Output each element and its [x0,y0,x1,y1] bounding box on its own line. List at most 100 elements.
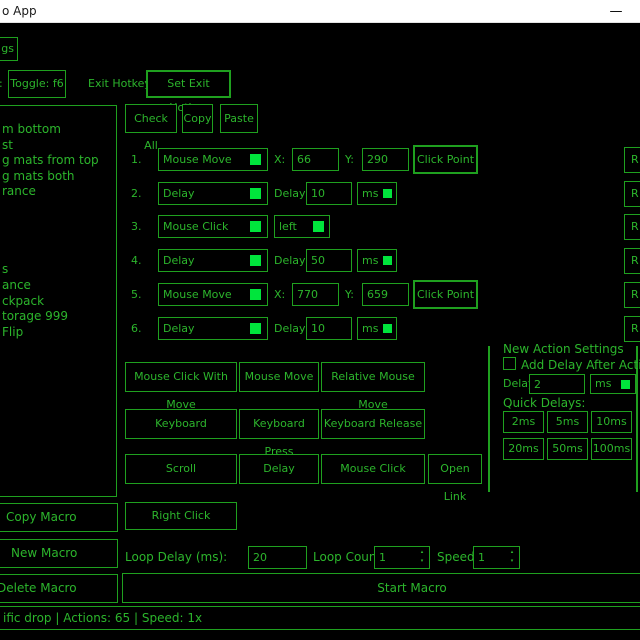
start-macro-button[interactable]: Start Macro [122,573,640,603]
quick-delay-10ms-button[interactable]: 10ms [591,411,632,433]
set-exit-hotkey-button[interactable]: Set Exit Hotkey [146,70,231,98]
status-bar: ific drop | Actions: 65 | Speed: 1x [0,606,640,630]
y-input[interactable] [362,148,409,171]
dropdown-indicator-icon[interactable] [250,188,261,199]
quick-delay-100ms-button[interactable]: 100ms [591,438,632,460]
macro-list-item[interactable]: torage 999 [2,309,68,324]
new-action-settings-title: New Action Settings [503,342,624,356]
dropdown-indicator-icon[interactable] [250,323,261,334]
dropdown-indicator-icon[interactable] [250,289,261,300]
action-type-dropdown[interactable]: Mouse Move [158,283,268,306]
palette-keyboard-button[interactable]: Keyboard [125,409,237,439]
macro-list-item[interactable]: Flip [2,325,23,340]
delay-label: Delay [274,249,306,272]
action-type-value: Delay [163,187,195,200]
palette-delay-button[interactable]: Delay [239,454,319,484]
y-input[interactable] [362,283,409,306]
add-delay-label: Add Delay After Action [521,358,640,372]
macro-list-item[interactable]: m bottom [2,122,61,137]
action-type-dropdown[interactable]: Delay [158,317,268,340]
dropdown-indicator-icon[interactable] [621,380,630,389]
action-type-value: Mouse Move [163,153,232,166]
dropdown-indicator-icon[interactable] [313,221,324,232]
macro-list-item[interactable]: rance [2,184,36,199]
macro-list[interactable]: m bottom st g mats from top g mats both … [0,105,117,497]
quick-delay-20ms-button[interactable]: 20ms [503,438,544,460]
spinner-down-icon[interactable]: ▾ [511,558,514,564]
check-all-button[interactable]: Check All [125,104,177,133]
palette-keyboard-release-button[interactable]: Keyboard Release [321,409,425,439]
macro-list-item[interactable]: ckpack [2,294,44,309]
dropdown-indicator-icon[interactable] [250,255,261,266]
dropdown-indicator-icon[interactable] [383,324,392,333]
quick-delay-2ms-button[interactable]: 2ms [503,411,544,433]
spinner-up-icon[interactable]: ▴ [511,549,514,555]
speed-spinner[interactable]: 1 ▴ ▾ [473,546,520,569]
delay-label: Delay [274,317,306,340]
spinner-arrows[interactable]: ▴ ▾ [418,548,426,568]
copy-button[interactable]: Copy [182,104,213,133]
action-type-dropdown[interactable]: Mouse Move [158,148,268,171]
palette-open-link-button[interactable]: Open Link [428,454,482,484]
toggle-hotkey-button[interactable]: Toggle: f6 [8,70,66,98]
palette-mouse-click-with-move-button[interactable]: Mouse Click With Move [125,362,237,392]
macro-list-item[interactable]: g mats both [2,169,75,184]
unit-dropdown[interactable]: ms [357,249,397,272]
action-type-value: Delay [163,322,195,335]
click-point-button[interactable]: Click Point [413,280,478,309]
settings-panel-left-border [488,346,490,492]
loop-count-spinner[interactable]: 1 ▴ ▾ [374,546,430,569]
macro-list-item[interactable]: ance [2,278,31,293]
palette-scroll-button[interactable]: Scroll [125,454,237,484]
action-type-value: Mouse Click [163,220,228,233]
dropdown-indicator-icon[interactable] [383,256,392,265]
new-macro-button[interactable]: New Macro [0,539,118,568]
action-type-dropdown[interactable]: Delay [158,249,268,272]
spinner-arrows[interactable]: ▴ ▾ [508,548,516,568]
dropdown-indicator-icon[interactable] [383,189,392,198]
settings-unit-value: ms [595,377,611,390]
quick-delay-50ms-button[interactable]: 50ms [547,438,588,460]
delay-input[interactable] [306,249,352,272]
quick-delay-5ms-button[interactable]: 5ms [547,411,588,433]
delete-macro-button[interactable]: Delete Macro [0,574,118,603]
macro-list-item[interactable]: st [2,138,13,153]
mouse-button-dropdown[interactable]: left [274,215,330,238]
title-bar: o App — [0,0,640,23]
palette-keyboard-press-button[interactable]: Keyboard Press [239,409,319,439]
palette-relative-mouse-move-button[interactable]: Relative Mouse Move [321,362,425,392]
right-click-button[interactable]: Right Click [125,502,237,530]
action-type-dropdown[interactable]: Delay [158,182,268,205]
dropdown-indicator-icon[interactable] [250,154,261,165]
paste-button[interactable]: Paste [220,104,258,133]
quick-delays-label: Quick Delays: [503,396,585,410]
copy-macro-button[interactable]: Copy Macro [0,503,118,532]
remove-action-button[interactable]: R [624,147,640,173]
x-input[interactable] [292,148,339,171]
macro-list-item[interactable]: g mats from top [2,153,99,168]
palette-mouse-click-button[interactable]: Mouse Click [321,454,425,484]
dropdown-indicator-icon[interactable] [250,221,261,232]
settings-delay-input[interactable] [529,374,585,394]
settings-unit-dropdown[interactable]: ms [590,374,636,394]
unit-dropdown[interactable]: ms [357,317,397,340]
loop-delay-input[interactable] [248,546,307,569]
remove-action-button[interactable]: R [624,181,640,207]
macro-list-item[interactable]: s [2,262,8,277]
remove-action-button[interactable]: R [624,316,640,342]
minimize-icon[interactable]: — [606,0,626,23]
remove-action-button[interactable]: R [624,214,640,240]
click-point-button[interactable]: Click Point [413,145,478,174]
palette-mouse-move-button[interactable]: Mouse Move [239,362,319,392]
tab-settings[interactable]: gs [0,37,18,61]
delay-input[interactable] [306,182,352,205]
remove-action-button[interactable]: R [624,282,640,308]
x-input[interactable] [292,283,339,306]
spinner-down-icon[interactable]: ▾ [421,558,424,564]
spinner-up-icon[interactable]: ▴ [421,549,424,555]
unit-dropdown[interactable]: ms [357,182,397,205]
add-delay-checkbox[interactable] [503,357,516,370]
delay-input[interactable] [306,317,352,340]
action-type-dropdown[interactable]: Mouse Click [158,215,268,238]
remove-action-button[interactable]: R [624,248,640,274]
